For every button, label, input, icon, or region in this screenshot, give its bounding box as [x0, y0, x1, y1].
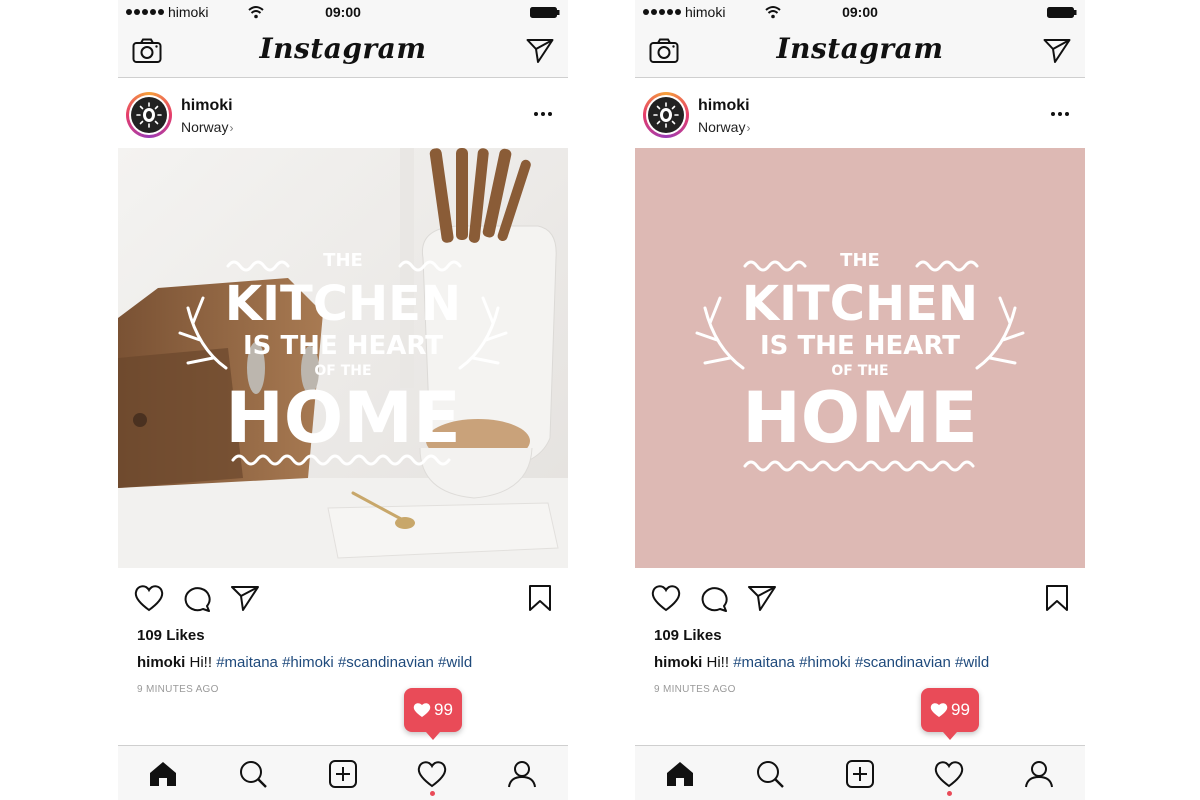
instagram-logo: Instagram: [259, 32, 427, 65]
bookmark-icon[interactable]: [1045, 584, 1069, 612]
post-username[interactable]: himoki: [698, 97, 750, 115]
post-action-bar: [635, 568, 1085, 628]
direct-message-icon[interactable]: [526, 38, 554, 64]
bookmark-icon[interactable]: [528, 584, 552, 612]
post-location[interactable]: Norway›: [698, 119, 750, 135]
avatar-sun-icon: [136, 102, 162, 128]
post-timestamp: 9 MINUTES AGO: [137, 684, 219, 695]
quote-line-kitchen: KITCHEN: [225, 276, 461, 332]
avatar[interactable]: [643, 92, 689, 138]
bottom-tab-bar: [118, 745, 568, 800]
post-caption: himoki Hi!! #maitana #himoki #scandinavi…: [137, 654, 472, 671]
notification-count: 99: [434, 700, 453, 719]
heart-icon[interactable]: [651, 584, 681, 612]
battery-icon: [530, 7, 560, 18]
activity-heart-icon[interactable]: [934, 760, 964, 788]
home-icon[interactable]: [665, 760, 695, 788]
heart-icon: [930, 703, 948, 717]
more-options-icon[interactable]: [1051, 112, 1069, 116]
add-post-icon[interactable]: [845, 760, 875, 788]
avatar[interactable]: [126, 92, 172, 138]
quote-line-home: HOME: [225, 377, 461, 459]
post-image[interactable]: THE KITCHEN IS THE HEART OF THE HOME: [635, 148, 1085, 568]
search-icon[interactable]: [238, 760, 268, 788]
like-notification-badge[interactable]: 99: [404, 688, 462, 740]
quote-line-heart: IS THE HEART: [760, 331, 960, 361]
instagram-screen-right: himoki 09:00 Instagram himoki Norway› TH…: [635, 0, 1085, 800]
likes-count[interactable]: 109 Likes: [137, 627, 205, 644]
quote-line-kitchen: KITCHEN: [742, 276, 978, 332]
quote-line-home: HOME: [742, 377, 978, 459]
heart-icon[interactable]: [134, 584, 164, 612]
caption-username[interactable]: himoki: [137, 654, 185, 671]
caption-text: Hi!!: [706, 654, 730, 671]
comment-icon[interactable]: [699, 584, 729, 612]
heart-icon: [413, 703, 431, 717]
hashtag-link[interactable]: #maitana: [733, 654, 795, 671]
activity-heart-icon[interactable]: [417, 760, 447, 788]
hashtag-link[interactable]: #maitana: [216, 654, 278, 671]
profile-icon[interactable]: [1024, 760, 1054, 788]
caption-username[interactable]: himoki: [654, 654, 702, 671]
instagram-logo: Instagram: [776, 32, 944, 65]
post-header: himoki Norway›: [635, 78, 1085, 148]
location-label: Norway: [698, 119, 746, 135]
like-notification-badge[interactable]: 99: [921, 688, 979, 740]
post-header: himoki Norway›: [118, 78, 568, 148]
top-nav-bar: Instagram: [118, 24, 568, 78]
location-label: Norway: [181, 119, 229, 135]
add-post-icon[interactable]: [328, 760, 358, 788]
post-timestamp: 9 MINUTES AGO: [654, 684, 736, 695]
profile-icon[interactable]: [507, 760, 537, 788]
share-icon[interactable]: [230, 584, 260, 612]
instagram-screen-left: himoki 09:00 Instagram himoki Norway› TH…: [118, 0, 568, 800]
quote-line-the: THE: [840, 250, 880, 271]
post-username[interactable]: himoki: [181, 97, 233, 115]
caption-text: Hi!!: [189, 654, 213, 671]
post-action-bar: [118, 568, 568, 628]
status-time: 09:00: [325, 4, 361, 20]
more-options-icon[interactable]: [534, 112, 552, 116]
hashtag-link[interactable]: #wild: [438, 654, 472, 671]
notification-count: 99: [951, 700, 970, 719]
activity-indicator-dot: [947, 791, 952, 796]
post-image[interactable]: THE KITCHEN IS THE HEART OF THE HOME: [118, 148, 568, 568]
likes-count[interactable]: 109 Likes: [654, 627, 722, 644]
status-bar: himoki 09:00: [118, 0, 568, 24]
quote-line-heart: IS THE HEART: [243, 331, 443, 361]
home-icon[interactable]: [148, 760, 178, 788]
top-nav-bar: Instagram: [635, 24, 1085, 78]
hashtag-link[interactable]: #himoki: [799, 654, 851, 671]
direct-message-icon[interactable]: [1043, 38, 1071, 64]
status-time: 09:00: [842, 4, 878, 20]
hashtag-link[interactable]: #scandinavian: [338, 654, 434, 671]
comment-icon[interactable]: [182, 584, 212, 612]
quote-line-the: THE: [323, 250, 363, 271]
status-bar: himoki 09:00: [635, 0, 1085, 24]
hashtag-link[interactable]: #wild: [955, 654, 989, 671]
hashtag-link[interactable]: #himoki: [282, 654, 334, 671]
pink-quote-artwork: THE KITCHEN IS THE HEART OF THE HOME: [635, 148, 1085, 568]
search-icon[interactable]: [755, 760, 785, 788]
battery-icon: [1047, 7, 1077, 18]
avatar-sun-icon: [653, 102, 679, 128]
chevron-right-icon: ›: [746, 121, 751, 135]
bottom-tab-bar: [635, 745, 1085, 800]
post-location[interactable]: Norway›: [181, 119, 233, 135]
share-icon[interactable]: [747, 584, 777, 612]
chevron-right-icon: ›: [229, 121, 234, 135]
hashtag-link[interactable]: #scandinavian: [855, 654, 951, 671]
kitchen-photo: THE KITCHEN IS THE HEART OF THE HOME: [118, 148, 568, 568]
post-caption: himoki Hi!! #maitana #himoki #scandinavi…: [654, 654, 989, 671]
activity-indicator-dot: [430, 791, 435, 796]
